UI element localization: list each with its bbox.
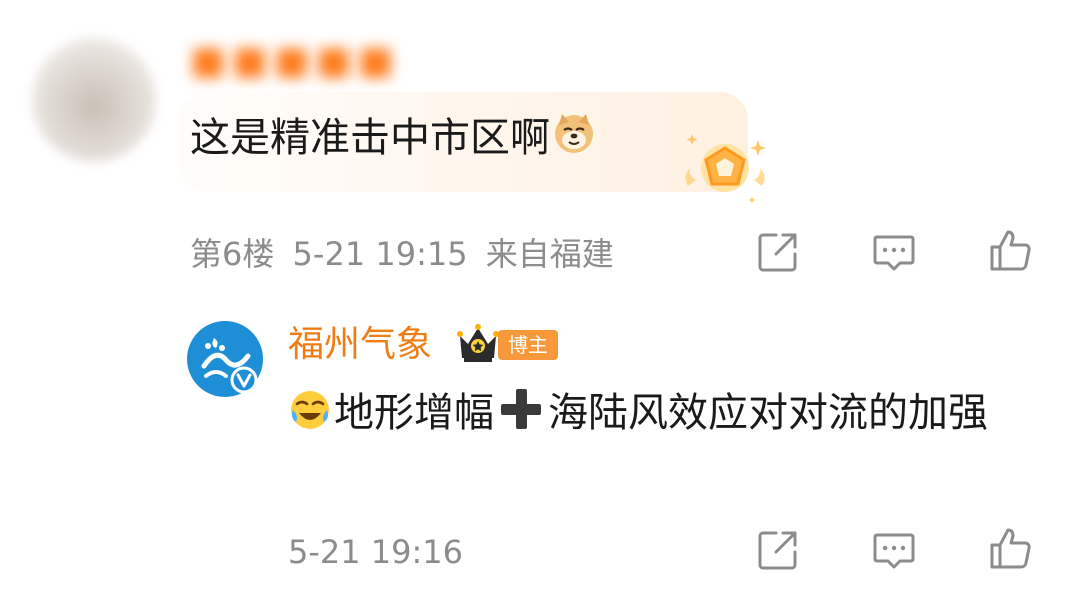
crying-laugh-emoji (291, 391, 329, 429)
like-icon[interactable] (986, 524, 1034, 572)
share-icon[interactable] (754, 526, 802, 574)
comment-meta: 第6楼 5-21 19:15 来自福建 (190, 232, 614, 276)
reply-datetime: 5-21 19:16 (288, 533, 464, 571)
fan-badge-icon (685, 134, 766, 204)
comment-text-content: 这是精准击中市区啊 (190, 115, 550, 161)
doge-emoji (555, 114, 593, 153)
user-avatar-blurred[interactable] (32, 38, 156, 162)
weather-account-avatar[interactable] (186, 320, 264, 398)
comment-icon[interactable] (870, 526, 918, 574)
floor-number: 第6楼 (190, 235, 275, 273)
username-blurred[interactable]: ■■■■■ (190, 30, 460, 90)
comment-datetime: 5-21 19:15 (292, 235, 468, 273)
comment-icon[interactable] (870, 228, 918, 276)
reply-username[interactable]: 福州气象 (288, 320, 432, 370)
reply-text-part1: 地形增幅 (334, 390, 494, 436)
reply-text: 地形增幅 海陆风效应对对流的加强 (288, 384, 1048, 442)
host-tag: 博主 (498, 330, 558, 360)
comment-location: 来自福建 (485, 235, 614, 273)
like-icon[interactable] (986, 226, 1034, 274)
share-icon[interactable] (754, 228, 802, 276)
comment-text: 这是精准击中市区啊 (190, 108, 596, 168)
heavy-plus-emoji (501, 389, 541, 429)
reply-text-part2: 海陆风效应对对流的加强 (548, 390, 988, 436)
crown-icon (457, 324, 499, 362)
